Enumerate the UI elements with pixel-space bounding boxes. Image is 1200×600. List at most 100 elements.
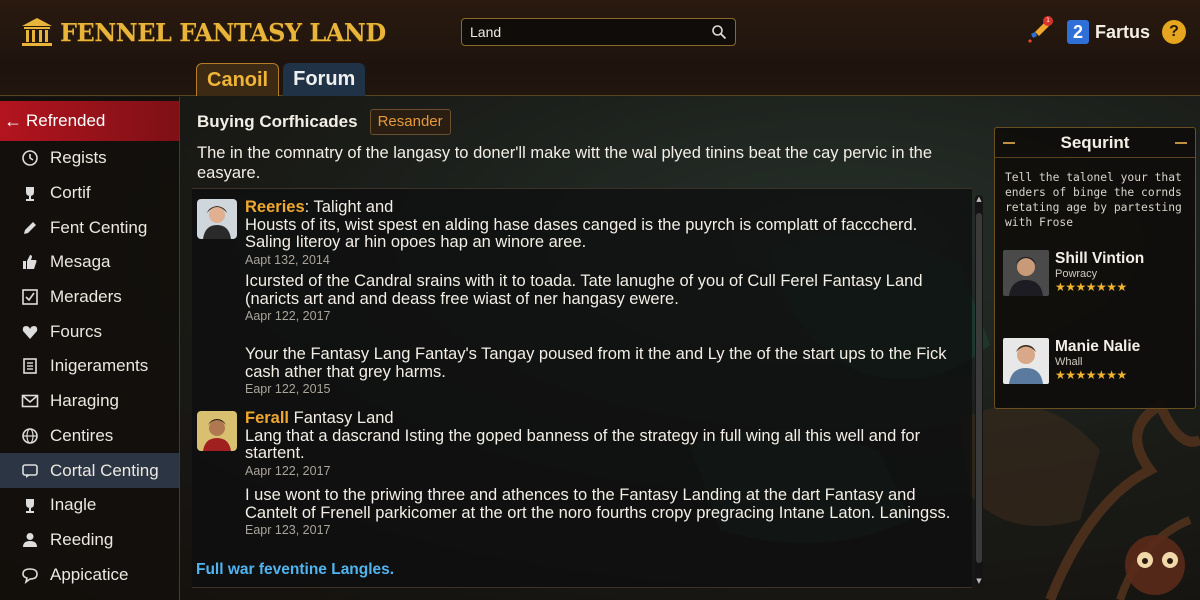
sidebar-item-mesaga[interactable]: Mesaga [0, 245, 179, 280]
sidebar-item-label: Mesaga [50, 252, 111, 272]
sidebar-item-label: Cortif [50, 183, 91, 203]
help-button[interactable]: ? [1162, 20, 1186, 44]
sidebar-item-inigeraments[interactable]: Inigeraments [0, 349, 179, 384]
right-panel: Sequrint Tell the talonel your that ende… [994, 127, 1196, 409]
post-body: Lang that a dascrand Isting the goped ba… [245, 426, 921, 462]
sidebar-item-fourcs[interactable]: Fourcs [0, 314, 179, 349]
member-card[interactable]: Shill Vintion Powracy ★★★★★★★ [1003, 250, 1144, 296]
user-level-badge: 2 [1066, 20, 1089, 44]
sidebar-item-label: Refrended [26, 111, 106, 130]
temple-logo-icon [22, 18, 52, 46]
tab-canoil[interactable]: Canoil [196, 63, 280, 96]
sidebar-item-label: Fourcs [50, 321, 102, 341]
post-title: : Talight and [304, 198, 394, 216]
sidebar-item-label: Haraging [50, 391, 119, 411]
sidebar-item-cortif[interactable]: Cortif [0, 176, 179, 211]
post-content: Reeries: Talight and Housts of its, wist… [245, 198, 965, 268]
notifications-button[interactable]: 1 [1025, 16, 1053, 46]
sidebar-item-label: Regists [50, 148, 107, 168]
rating-stars: ★★★★★★★ [1055, 368, 1127, 382]
right-panel-description: Tell the talonel your that enders of bin… [1005, 171, 1182, 229]
notification-count-badge: 1 [1042, 16, 1053, 26]
top-header: FENNEL FANTASY LAND 1 2 Fartus ? Canoil … [0, 0, 1200, 96]
post-body: I use wont to the priwing three and athe… [245, 486, 951, 522]
search-bar[interactable] [461, 18, 736, 46]
pen-icon [20, 218, 40, 238]
thread-tag-button[interactable]: Resander [369, 109, 451, 135]
chat-icon [20, 461, 40, 481]
heart-icon [20, 322, 40, 342]
post-author[interactable]: Reeries [245, 198, 305, 216]
mail-icon [20, 391, 40, 411]
back-arrow-icon: ← [4, 110, 22, 131]
thread-intro: The in the comnatry of the langasy to do… [197, 144, 933, 182]
sidebar-item-regists[interactable]: Regists [0, 141, 179, 176]
chat-bubble-icon [20, 565, 40, 585]
post-date: Aapt 132, 2014 [245, 252, 330, 267]
search-input[interactable] [470, 24, 711, 40]
sidebar-item-label: Appicatice [50, 564, 129, 584]
post-date: Eapr 123, 2017 [245, 523, 331, 537]
post-date: Eapr 122, 2015 [245, 382, 331, 396]
scroll-thumb[interactable] [976, 213, 982, 563]
sidebar-item-label: Meraders [50, 287, 122, 307]
thread-panel: Buying Corfhicades Resander The in the c… [182, 97, 987, 600]
tab-bar: Canoil Forum [196, 63, 369, 96]
member-info: Shill Vintion Powracy ★★★★★★★ [1055, 250, 1144, 294]
sidebar-item-inagle[interactable]: Inagle [0, 488, 179, 523]
posts-scrollbar[interactable]: ▲ ▼ [975, 195, 983, 587]
member-card[interactable]: Manie Nalie Whall ★★★★★★★ [1003, 338, 1140, 384]
right-panel-title: Sequrint [1060, 132, 1130, 152]
sidebar-item-centires[interactable]: Centires [0, 419, 179, 454]
post-content: Icursted of the Candral srains with it t… [245, 272, 965, 324]
scroll-down-icon[interactable]: ▼ [975, 577, 983, 585]
sidebar: ← Refrended Regists Cortif Fent Centing … [0, 97, 180, 600]
trophy-icon [20, 183, 40, 203]
member-name: Shill Vintion [1055, 250, 1145, 267]
avatar [1003, 338, 1049, 384]
post-content: I use wont to the priwing three and athe… [245, 486, 965, 538]
avatar [1003, 250, 1049, 296]
sidebar-item-label: Centires [50, 425, 114, 445]
sidebar-item-meraders[interactable]: Meraders [0, 280, 179, 315]
person-icon [20, 530, 40, 550]
post-date: Aapr 122, 2017 [245, 309, 331, 323]
post-body: Your the Fantasy Lang Fantay's Tangay po… [245, 345, 947, 381]
clock-icon [20, 148, 40, 168]
post-body: Housts of its, wist spest en alding hase… [245, 215, 918, 251]
sidebar-item-label: Inagle [50, 495, 97, 515]
app-title: FENNEL FANTASY LAND [60, 17, 386, 47]
sidebar-item-refrended[interactable]: ← Refrended [0, 101, 179, 141]
sidebar-item-label: Fent Centing [50, 217, 148, 237]
sidebar-item-label: Inigeraments [50, 356, 149, 376]
search-icon[interactable] [711, 24, 727, 40]
sidebar-item-appicatice[interactable]: Appicatice [0, 557, 179, 592]
sidebar-item-label: Cortal Centing [50, 460, 159, 480]
member-name: Manie Nalie [1055, 338, 1141, 355]
post-content: Your the Fantasy Lang Fantay's Tangay po… [245, 345, 965, 397]
divider [1174, 141, 1187, 144]
sidebar-item-cortal-centing[interactable]: Cortal Centing [0, 453, 179, 488]
avatar[interactable] [197, 411, 237, 451]
checkbox-icon [20, 287, 40, 307]
member-role: Whall [1055, 356, 1083, 368]
member-role: Powracy [1055, 268, 1098, 280]
tab-forum[interactable]: Forum [283, 63, 366, 96]
sidebar-item-haraging[interactable]: Haraging [0, 384, 179, 419]
sidebar-item-reeding[interactable]: Reeding [0, 523, 179, 558]
right-panel-header: Sequrint [995, 128, 1195, 158]
thumbs-up-icon [20, 252, 40, 272]
sidebar-item-label: Reeding [50, 529, 114, 549]
app-logo[interactable]: FENNEL FANTASY LAND [20, 12, 386, 52]
sidebar-item-fent-centing[interactable]: Fent Centing [0, 210, 179, 245]
user-name[interactable]: Fartus [1095, 22, 1150, 43]
full-thread-link[interactable]: Full war feventine Langles. [196, 561, 394, 579]
thread-title: Buying Corfhicades [197, 112, 358, 131]
post-body: Icursted of the Candral srains with it t… [245, 272, 923, 308]
avatar[interactable] [197, 199, 237, 239]
document-icon [20, 356, 40, 376]
post-author[interactable]: Ferall [245, 409, 289, 427]
scroll-up-icon[interactable]: ▲ [975, 195, 983, 203]
member-info: Manie Nalie Whall ★★★★★★★ [1055, 338, 1140, 382]
header-actions: 1 2 Fartus ? [1025, 16, 1186, 48]
